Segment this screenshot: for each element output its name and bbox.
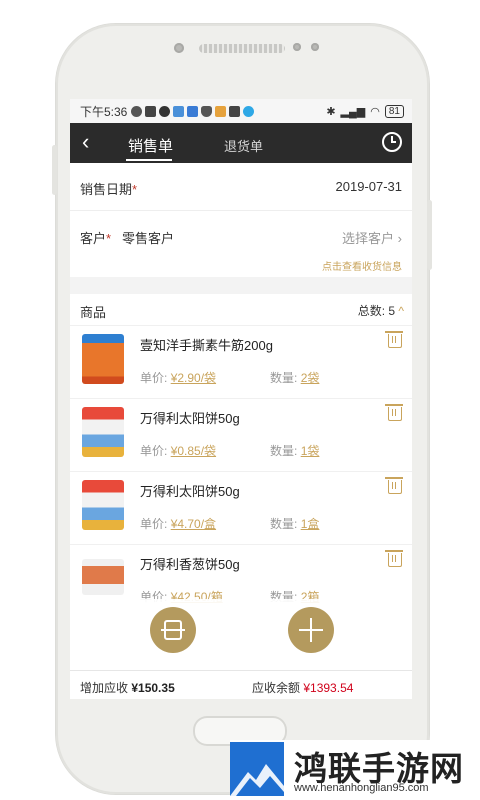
app-icon [187, 105, 199, 117]
wechat-icon [131, 105, 143, 117]
watermark-url: www.henanhonglian95.com [294, 782, 429, 794]
app-icon [173, 105, 185, 117]
shield-icon [201, 105, 213, 117]
item-quantity: 数量: 2袋 [270, 371, 320, 385]
item-name: 万得利太阳饼50g [140, 484, 240, 499]
trash-icon[interactable] [385, 477, 403, 494]
watermark: 鸿联手游网 www.henanhonglian95.com [230, 740, 480, 800]
item-name: 万得利香葱饼50g [140, 557, 240, 572]
phone-sensor [293, 43, 301, 51]
sale-date-row[interactable]: 销售日期* 2019-07-31 [70, 163, 412, 209]
phone-sensor [311, 43, 319, 51]
section-gap [70, 277, 412, 294]
scan-icon [161, 620, 185, 640]
item-price-link[interactable]: ¥2.90/袋 [171, 371, 216, 385]
action-bar [70, 599, 412, 667]
goods-item[interactable]: 万得利太阳饼50g 单价: ¥0.85/袋 数量: 1袋 [70, 398, 412, 471]
product-image [82, 559, 124, 595]
added-receivable: 增加应收 ¥150.35 [80, 681, 175, 695]
item-quantity-link[interactable]: 1袋 [301, 444, 320, 458]
summary-footer: 增加应收 ¥150.35 应收余额 ¥1393.54 [70, 670, 412, 699]
chevron-up-icon: ^ [395, 304, 404, 318]
trash-icon[interactable] [385, 404, 403, 421]
select-customer-button[interactable]: 选择客户 › [342, 228, 402, 247]
signal-icon: ▂▄▆ [340, 105, 366, 118]
phone-side-button-left [52, 145, 57, 195]
item-quantity: 数量: 1盒 [270, 517, 320, 531]
item-quantity-link[interactable]: 1盒 [301, 517, 320, 531]
check-icon [159, 105, 171, 117]
sale-date-label: 销售日期* [80, 182, 138, 197]
sale-date-value: 2019-07-31 [335, 179, 403, 194]
chevron-right-icon: › [397, 231, 402, 246]
clock-icon[interactable] [382, 132, 402, 152]
item-quantity: 数量: 1袋 [270, 444, 320, 458]
goods-item[interactable]: 壹知洋手撕素牛筋200g 单价: ¥2.90/袋 数量: 2袋 [70, 325, 412, 398]
tab-active-indicator [126, 159, 172, 161]
bluetooth-icon: ✱ [326, 105, 336, 118]
tab-return-order[interactable]: 退货单 [224, 136, 263, 155]
app-screen: 下午5:36 ✱ ▂▄▆ ◠ 81 ‹ 销售单 退货单 销售日期* 2019-0… [70, 99, 412, 699]
item-name: 万得利太阳饼50g [140, 411, 240, 426]
goods-total-toggle[interactable]: 总数: 5 ^ [358, 302, 404, 319]
phone-camera [174, 43, 184, 53]
plus-icon [299, 629, 323, 631]
upload-icon [145, 105, 157, 117]
scan-button[interactable] [150, 607, 196, 653]
app-icon [229, 105, 241, 117]
item-name: 壹知洋手撕素牛筋200g [140, 338, 273, 353]
watermark-logo [230, 742, 284, 796]
app-icon [243, 105, 255, 117]
chevron-left-icon[interactable]: ‹ [82, 131, 89, 153]
status-time: 下午5:36 [80, 104, 128, 119]
goods-label: 商品 [80, 305, 107, 320]
phone-side-button-right [427, 200, 432, 270]
customer-row[interactable]: 客户* 零售客户 选择客户 › 点击查看收货信息 [70, 211, 412, 275]
product-image [82, 334, 124, 384]
product-image [82, 480, 124, 530]
battery-indicator: 81 [384, 104, 404, 118]
title-bar: ‹ 销售单 退货单 [70, 123, 412, 163]
wifi-icon: ◠ [370, 105, 380, 118]
add-item-button[interactable] [288, 607, 334, 653]
status-bar: 下午5:36 ✱ ▂▄▆ ◠ 81 [70, 99, 412, 123]
goods-item[interactable]: 万得利太阳饼50g 单价: ¥4.70/盒 数量: 1盒 [70, 471, 412, 544]
item-price-link[interactable]: ¥4.70/盒 [171, 517, 216, 531]
item-price-link[interactable]: ¥0.85/袋 [171, 444, 216, 458]
trash-icon[interactable] [385, 550, 403, 567]
customer-value: 零售客户 [122, 231, 175, 246]
view-delivery-info-link[interactable]: 点击查看收货信息 [322, 258, 402, 273]
customer-label: 客户* [80, 231, 112, 246]
phone-speaker [199, 44, 285, 53]
tab-sales-order[interactable]: 销售单 [128, 135, 173, 156]
item-price: 单价: ¥0.85/袋 [140, 444, 217, 458]
item-quantity-link[interactable]: 2袋 [301, 371, 320, 385]
product-image [82, 407, 124, 457]
item-price: 单价: ¥4.70/盒 [140, 517, 217, 531]
receivable-balance: 应收余额 ¥1393.54 [252, 681, 354, 695]
item-price: 单价: ¥2.90/袋 [140, 371, 217, 385]
trash-icon[interactable] [385, 331, 403, 348]
goods-header: 商品 总数: 5 ^ [70, 294, 412, 324]
triangle-icon [215, 105, 227, 117]
